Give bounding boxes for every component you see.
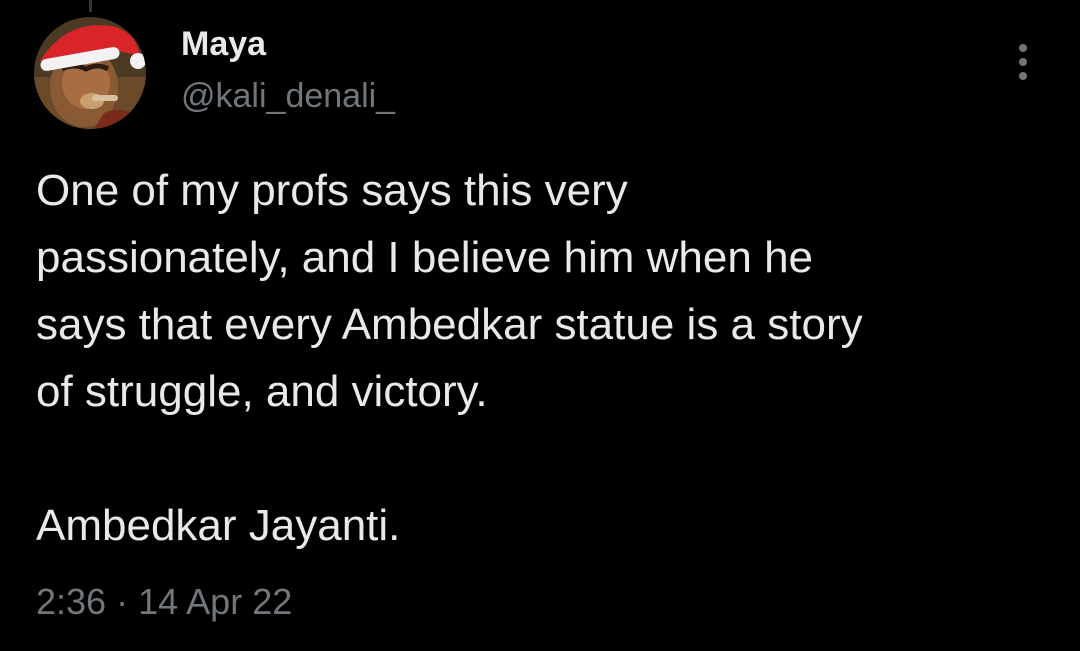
vertical-ellipsis-icon [1019,44,1027,80]
tweet-date[interactable]: 14 Apr 22 [138,581,292,622]
tweet-text-line: Ambedkar Jayanti. [36,501,401,550]
thread-connector-line [89,0,92,12]
tweet-text-line: says that every Ambedkar statue is a sto… [36,300,863,349]
tweet-text-line: One of my profs says this very [36,166,628,215]
avatar-photo [34,17,146,129]
tweet-text: One of my profs says this very passionat… [36,157,1046,559]
tweet-timestamp: 2:36 · 14 Apr 22 [36,580,292,624]
tweet-text-line: passionately, and I believe him when he [36,233,814,282]
meta-separator: · [116,581,129,622]
tweet-time[interactable]: 2:36 [36,581,106,622]
author-name[interactable]: Maya [181,24,266,64]
author-handle[interactable]: @kali_denali_ [181,76,395,116]
more-options-button[interactable] [1004,38,1042,86]
paragraph-break [36,425,1046,492]
avatar[interactable] [34,17,146,129]
tweet-text-line: of struggle, and victory. [36,367,488,416]
